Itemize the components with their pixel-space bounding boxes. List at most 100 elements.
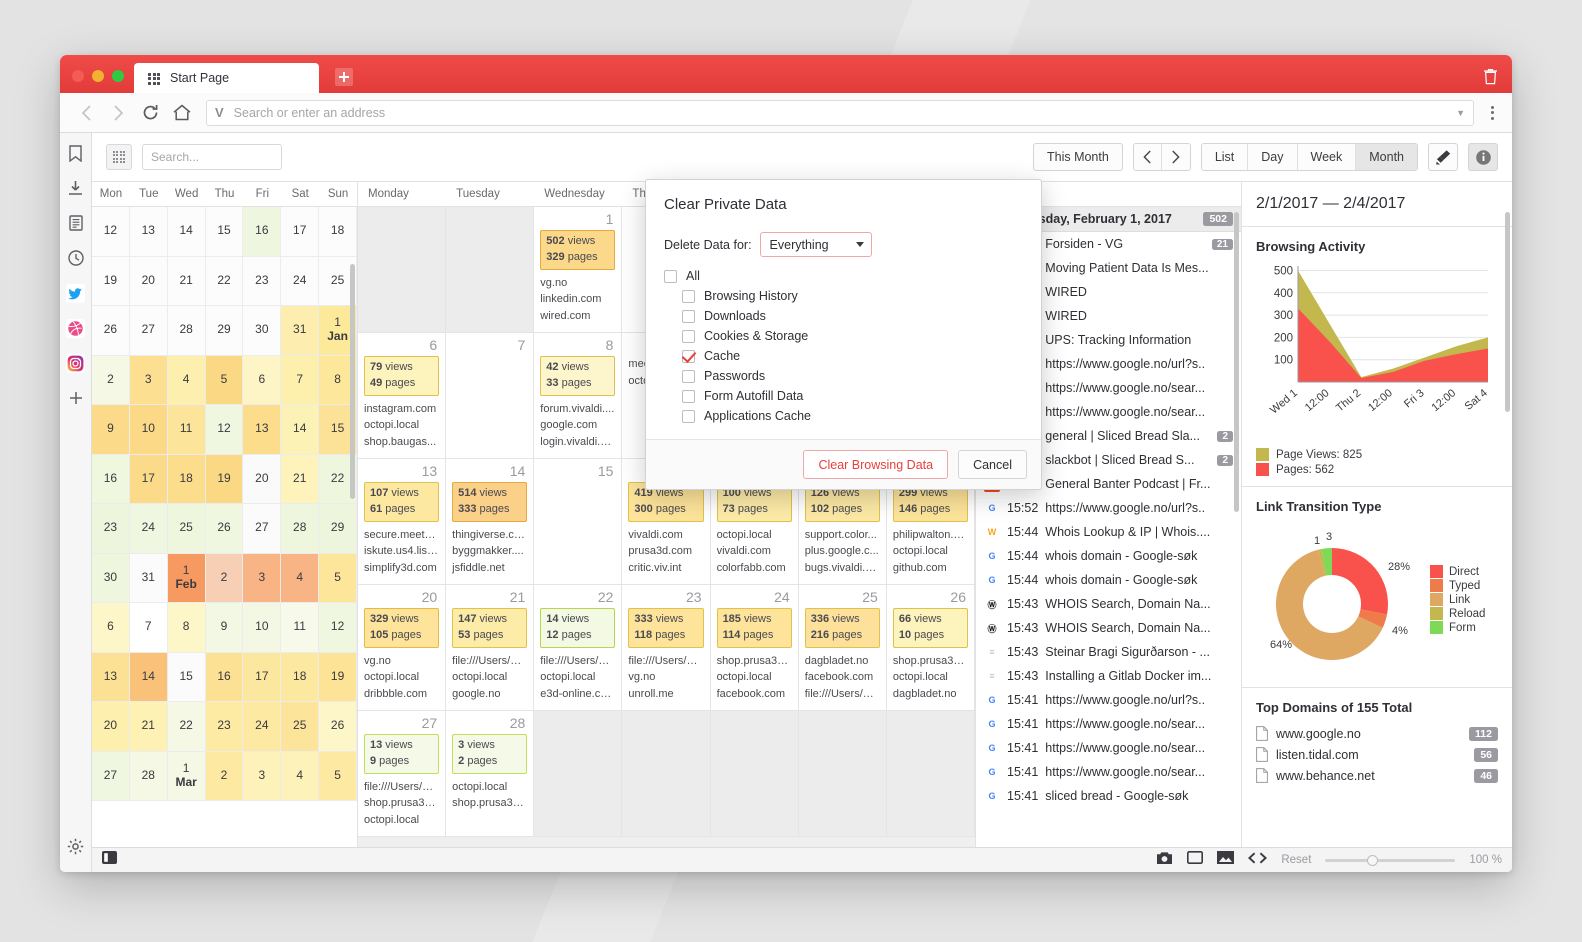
calendar-site[interactable]: critic.viv.int — [628, 560, 703, 577]
mini-calendar-day[interactable]: 11 — [281, 603, 320, 653]
checkbox-passwords[interactable]: Passwords — [664, 369, 1023, 383]
calendar-site[interactable]: vivaldi.com — [717, 543, 792, 560]
notes-icon[interactable] — [66, 213, 86, 233]
calendar-cell[interactable]: 14 514 views 333 pages thingiverse.co... byg… — [446, 459, 535, 585]
stats-scrollbar[interactable] — [1505, 212, 1510, 412]
calendar-cell[interactable]: 24 185 views 114 pages shop.prusa3d... octop… — [710, 585, 799, 711]
calendar-site[interactable]: google.com — [540, 417, 615, 434]
calendar-cell[interactable]: 6 79 views 49 pages instagram.com octopi.loc… — [358, 333, 447, 459]
new-tab-button[interactable] — [335, 68, 353, 86]
mini-calendar-grid[interactable]: 12 13 14 15 16 17 18 19 20 21 22 23 24 25 26 27 28 29 30 31… — [92, 207, 357, 847]
calendar-site[interactable]: octopi.local — [717, 669, 792, 686]
mini-calendar-day[interactable]: 5 — [319, 751, 357, 801]
entry-row[interactable]: G 15:41 https://www.google.no/sear... — [976, 760, 1241, 784]
calendar-site[interactable]: unroll.me — [628, 686, 703, 703]
mini-calendar-day[interactable]: 17 — [243, 652, 282, 702]
checkbox-box[interactable] — [682, 349, 695, 363]
mini-calendar-day[interactable]: 13 — [243, 405, 282, 455]
clear-private-data-dialog[interactable]: Clear Private Data Delete Data for: Ever… — [645, 179, 1042, 490]
mini-calendar-day[interactable]: 28 — [281, 504, 320, 554]
tab-week[interactable]: Week — [1297, 144, 1357, 170]
checkbox-browsing-history[interactable]: Browsing History — [664, 289, 1023, 303]
mini-calendar-day[interactable]: 16 — [92, 454, 130, 504]
entry-row[interactable]: G 15:41 https://www.google.no/url?s.. — [976, 688, 1241, 712]
mini-calendar-day[interactable]: 27 — [129, 306, 168, 356]
calendar-cell[interactable]: 7 — [446, 333, 535, 459]
calendar-site[interactable]: shop.baugas... — [364, 434, 439, 451]
calendar-site[interactable]: linkedin.com — [540, 291, 615, 308]
mini-calendar-day[interactable]: 17 — [281, 207, 320, 257]
checkbox-box[interactable] — [682, 369, 695, 383]
images-toggle-icon[interactable] — [1217, 851, 1235, 869]
mini-calendar-day[interactable]: 4 — [167, 355, 206, 405]
cancel-button[interactable]: Cancel — [958, 450, 1027, 479]
calendar-site[interactable]: secure.meetu... — [364, 527, 439, 544]
mini-calendar-day[interactable]: 27 — [243, 504, 282, 554]
calendar-cell[interactable]: 28 3 views 2 pages octopi.local shop.prusa3d… — [446, 711, 535, 837]
zoom-slider-knob[interactable] — [1367, 854, 1379, 866]
calendar-site[interactable]: instagram.com — [364, 401, 439, 418]
calendar-site[interactable]: shop.prusa3d... — [717, 653, 792, 670]
mini-calendar-day[interactable]: 19 — [319, 652, 357, 702]
dribbble-icon[interactable] — [66, 318, 86, 338]
mini-calendar-day[interactable]: 21 — [167, 256, 206, 306]
mini-calendar-day[interactable]: 5 — [205, 355, 244, 405]
entry-row[interactable]: G 15:41 https://www.google.no/sear... — [976, 712, 1241, 736]
checkbox-cookies-storage[interactable]: Cookies & Storage — [664, 329, 1023, 343]
mini-calendar-day[interactable]: 23 — [205, 702, 244, 752]
entries-scrollbar[interactable] — [1234, 212, 1239, 512]
entry-row[interactable]: G 15:44 whois domain - Google-søk — [976, 568, 1241, 592]
mini-calendar-day[interactable]: 20 — [129, 256, 168, 306]
next-period-button[interactable] — [1161, 144, 1190, 170]
calendar-site[interactable]: file:///Users/at... — [452, 653, 527, 670]
mini-calendar-day[interactable]: 18 — [319, 207, 357, 257]
calendar-site[interactable]: file:///Users/at... — [540, 653, 615, 670]
calendar-cell[interactable]: 15 — [534, 459, 623, 585]
top-domain-row[interactable]: www.google.no 112 — [1256, 723, 1498, 744]
mini-calendar-day[interactable]: 12 — [319, 603, 357, 653]
mini-calendar-day[interactable]: 17 — [129, 454, 168, 504]
calendar-site[interactable]: github.com — [893, 560, 968, 577]
clear-private-data-button[interactable] — [1428, 143, 1458, 171]
mini-calendar-day[interactable]: 11 — [167, 405, 206, 455]
mini-calendar-day[interactable]: 6 — [243, 355, 282, 405]
calendar-cell[interactable]: 21 147 views 53 pages file:///Users/at... oc… — [446, 585, 535, 711]
mini-calendar-day[interactable]: 19 — [205, 454, 244, 504]
calendar-cell[interactable]: 23 333 views 118 pages file:///Users/at... v… — [622, 585, 711, 711]
mini-calendar-day[interactable]: 2 — [205, 553, 244, 603]
home-button[interactable] — [166, 98, 198, 128]
entry-row[interactable]: Ⓦ 15:43 WHOIS Search, Domain Na... — [976, 592, 1241, 616]
mini-calendar-day[interactable]: 29 — [319, 504, 357, 554]
checkbox-form-autofill-data[interactable]: Form Autofill Data — [664, 389, 1023, 403]
info-button[interactable] — [1468, 143, 1498, 171]
twitter-icon[interactable] — [66, 283, 86, 303]
maximize-window-button[interactable] — [112, 70, 124, 82]
mini-calendar-day[interactable]: 31 — [281, 306, 320, 356]
checkbox-all[interactable]: All — [664, 269, 1023, 283]
add-panel-icon[interactable] — [66, 388, 86, 408]
developer-tools-icon[interactable] — [1248, 851, 1268, 869]
mini-calendar-day[interactable]: 27 — [92, 751, 130, 801]
calendar-cell[interactable]: 20 329 views 105 pages vg.no octopi.local dri… — [358, 585, 447, 711]
checkbox-downloads[interactable]: Downloads — [664, 309, 1023, 323]
calendar-site[interactable]: file:///Users/at... — [364, 779, 439, 796]
top-domain-row[interactable]: www.behance.net 46 — [1256, 765, 1498, 786]
mini-calendar-day[interactable]: 30 — [92, 553, 130, 603]
prev-period-button[interactable] — [1133, 144, 1162, 170]
entry-row[interactable]: G 15:52 https://www.google.no/url?s.. — [976, 496, 1241, 520]
mini-calendar-scrollbar[interactable] — [350, 264, 355, 499]
checkbox-applications-cache[interactable]: Applications Cache — [664, 409, 1023, 423]
zoom-reset-button[interactable]: Reset — [1281, 854, 1311, 866]
mini-calendar-day[interactable]: 20 — [92, 702, 130, 752]
downloads-icon[interactable] — [66, 178, 86, 198]
calendar-site[interactable]: octopi.local — [364, 812, 439, 829]
mini-calendar-day[interactable]: 10 — [243, 603, 282, 653]
calendar-site[interactable]: login.vivaldi.n... — [540, 434, 615, 451]
calendar-site[interactable]: facebook.com — [717, 686, 792, 703]
mini-calendar-day[interactable]: 24 — [243, 702, 282, 752]
bookmarks-icon[interactable] — [66, 143, 86, 163]
checkbox-box[interactable] — [664, 269, 677, 283]
mini-calendar-day[interactable]: 15 — [167, 652, 206, 702]
delete-data-for-select[interactable]: Everything — [759, 232, 872, 257]
history-icon[interactable] — [66, 248, 86, 268]
